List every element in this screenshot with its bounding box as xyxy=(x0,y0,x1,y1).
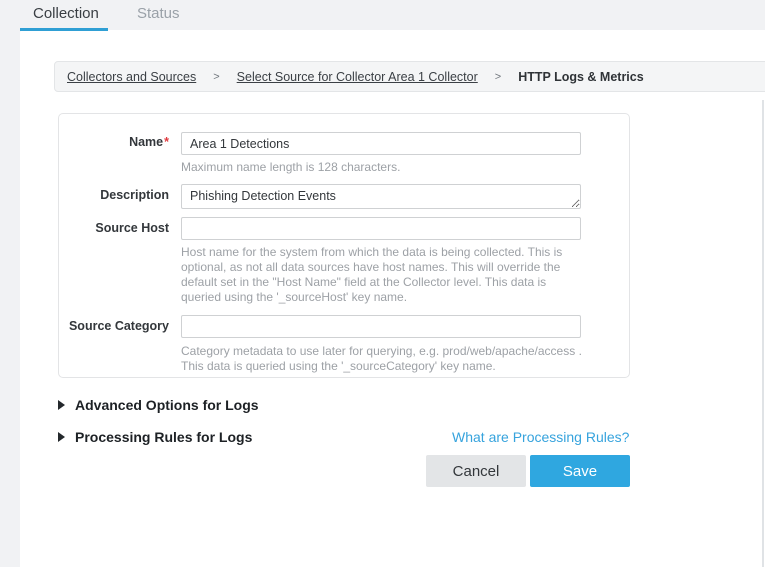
processing-rules-label: Processing Rules for Logs xyxy=(75,429,252,445)
source-category-input[interactable] xyxy=(181,315,581,338)
name-label-text: Name xyxy=(129,135,163,149)
source-host-input[interactable] xyxy=(181,217,581,240)
tab-status[interactable]: Status xyxy=(137,5,180,22)
scrollbar[interactable] xyxy=(762,100,764,567)
description-textarea[interactable]: Phishing Detection Events xyxy=(181,184,581,209)
breadcrumb-current-page: HTTP Logs & Metrics xyxy=(518,70,643,84)
name-label: Name* xyxy=(59,135,169,149)
what-are-processing-rules-link[interactable]: What are Processing Rules? xyxy=(452,429,629,445)
advanced-options-label: Advanced Options for Logs xyxy=(75,397,259,413)
chevron-separator-icon: > xyxy=(495,71,501,83)
source-host-label: Source Host xyxy=(59,221,169,235)
expander-triangle-icon xyxy=(58,400,65,410)
breadcrumb-link-select-source[interactable]: Select Source for Collector Area 1 Colle… xyxy=(237,70,478,84)
required-asterisk: * xyxy=(164,135,169,149)
advanced-options-toggle[interactable]: Advanced Options for Logs xyxy=(58,397,259,413)
processing-rules-toggle[interactable]: Processing Rules for Logs xyxy=(58,429,252,445)
breadcrumb: Collectors and Sources > Select Source f… xyxy=(54,61,765,92)
tab-collection[interactable]: Collection xyxy=(33,5,99,22)
name-helper-text: Maximum name length is 128 characters. xyxy=(181,160,400,175)
source-host-helper-text: Host name for the system from which the … xyxy=(181,245,579,305)
chevron-separator-icon: > xyxy=(213,71,219,83)
description-label: Description xyxy=(59,188,169,202)
expander-triangle-icon xyxy=(58,432,65,442)
source-config-form-card: Name* Maximum name length is 128 charact… xyxy=(58,113,630,378)
source-category-label: Source Category xyxy=(59,319,169,333)
active-tab-underline xyxy=(20,28,108,31)
cancel-button[interactable]: Cancel xyxy=(426,455,526,487)
save-button[interactable]: Save xyxy=(530,455,630,487)
breadcrumb-link-collectors-and-sources[interactable]: Collectors and Sources xyxy=(67,70,196,84)
source-category-helper-text: Category metadata to use later for query… xyxy=(181,344,587,374)
name-input[interactable] xyxy=(181,132,581,155)
